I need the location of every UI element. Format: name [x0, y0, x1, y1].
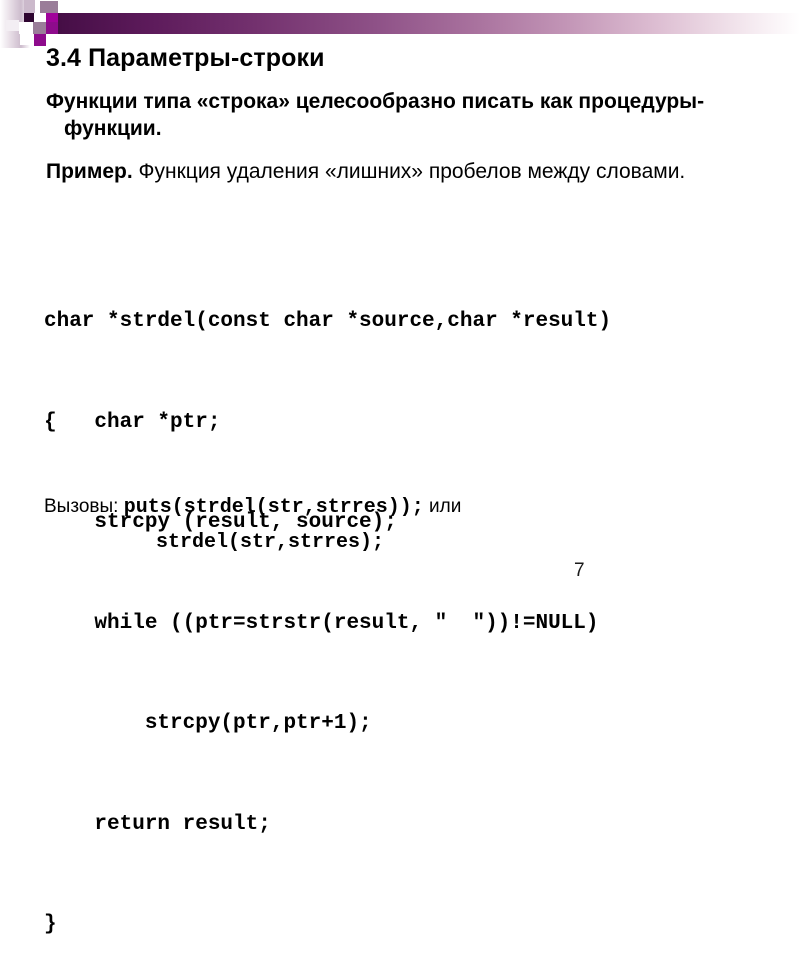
intro-paragraph-text: Функции типа «строка» целесообразно писа…	[46, 90, 705, 140]
code-line: }	[44, 913, 57, 936]
example-paragraph: Пример. Функция удаления «лишних» пробел…	[46, 158, 756, 185]
call-statement-2: strdel(str,strres);	[156, 531, 385, 554]
header-square-3	[40, 1, 58, 13]
header-square-1	[24, 0, 35, 13]
calls-conjunction: или	[423, 496, 462, 517]
header-square-12	[34, 34, 46, 46]
header-square-4	[24, 13, 34, 22]
header-square-9	[33, 22, 46, 34]
calls-block: Вызовы: puts(strdel(str,strres)); или st…	[44, 490, 461, 560]
calls-line-1: Вызовы: puts(strdel(str,strres)); или	[44, 490, 461, 525]
header-square-10	[46, 22, 58, 34]
page-number: 7	[574, 560, 585, 581]
slide-header-decoration	[0, 0, 800, 48]
header-square-8	[19, 22, 33, 34]
header-square-7	[6, 20, 19, 31]
call-statement-1: puts(strdel(str,strres));	[123, 496, 424, 519]
calls-line-2: strdel(str,strres);	[44, 525, 461, 560]
code-block: char *strdel(const char *source,char *re…	[44, 238, 611, 975]
calls-label: Вызовы:	[44, 496, 124, 517]
intro-paragraph: Функции типа «строка» целесообразно писа…	[46, 88, 756, 142]
code-line: strcpy(ptr,ptr+1);	[44, 712, 372, 735]
code-line: return result;	[44, 812, 271, 836]
code-line: char *strdel(const char *source,char *re…	[44, 310, 612, 333]
page-title: 3.4 Параметры-строки	[46, 44, 325, 72]
code-line: { char *ptr;	[44, 410, 221, 434]
header-gradient-band	[28, 13, 800, 34]
header-square-11	[20, 34, 34, 45]
example-paragraph-text: Функция удаления «лишних» пробелов между…	[132, 160, 686, 183]
example-lead-label: Пример.	[46, 160, 133, 183]
code-line: while ((ptr=strstr(result, " "))!=NULL)	[44, 611, 599, 635]
